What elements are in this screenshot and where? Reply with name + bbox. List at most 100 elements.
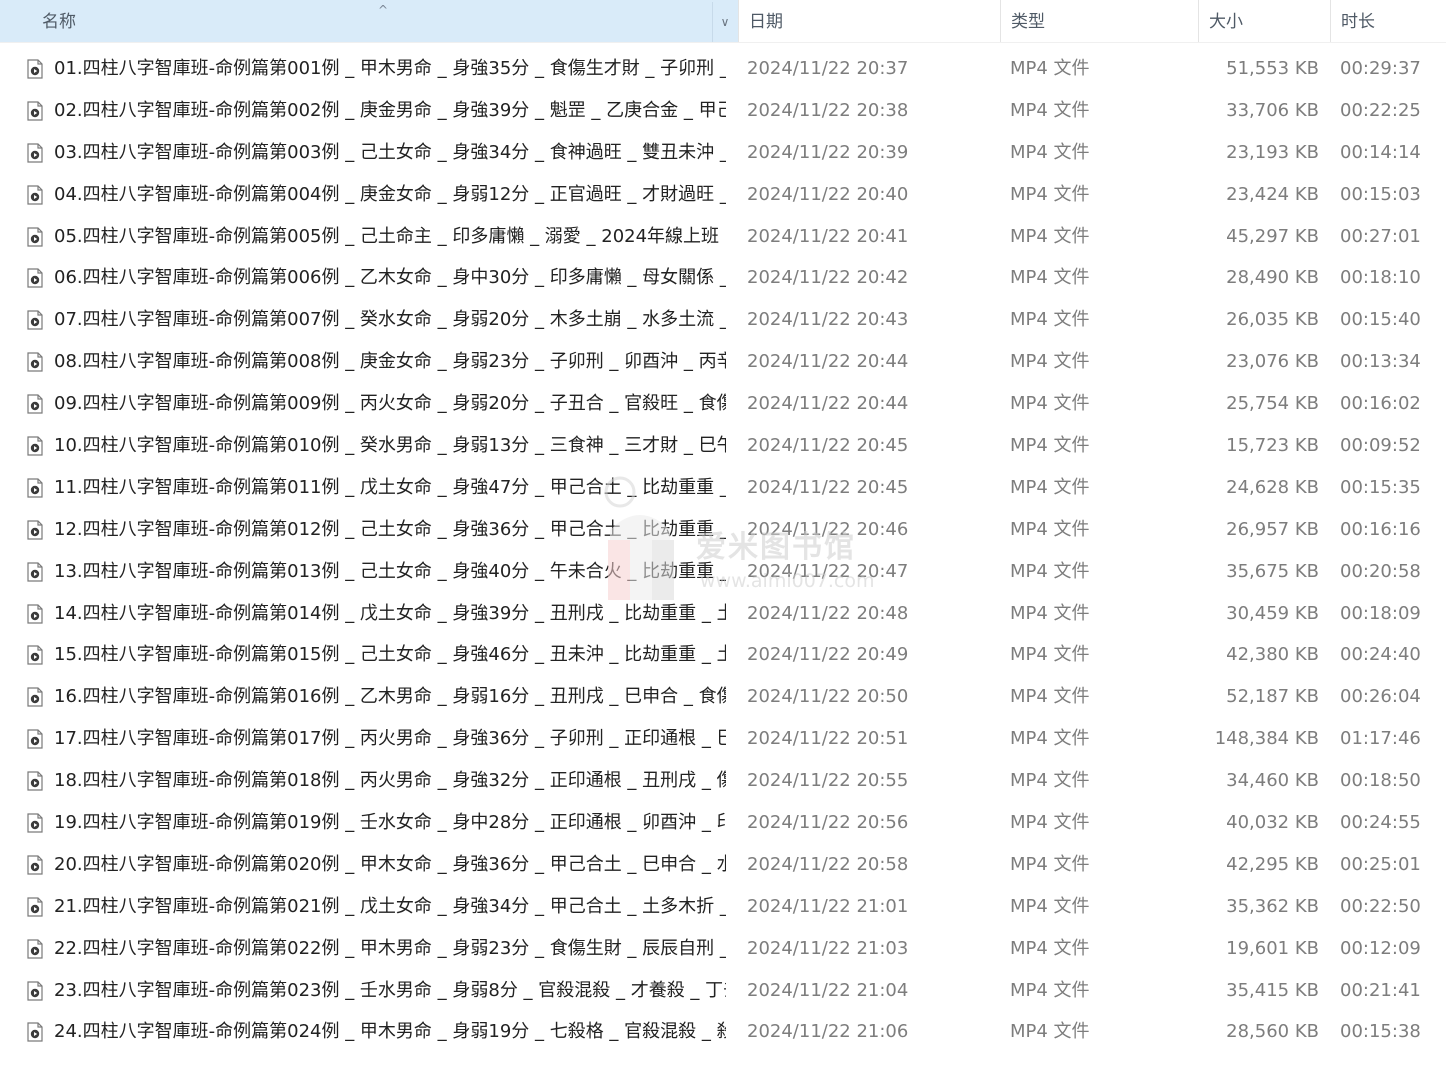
file-date: 2024/11/22 20:48 bbox=[747, 602, 909, 624]
file-type: MP4 文件 bbox=[1010, 728, 1090, 750]
video-file-icon bbox=[27, 1022, 43, 1043]
file-type: MP4 文件 bbox=[1010, 895, 1090, 917]
file-duration: 00:15:40 bbox=[1340, 309, 1421, 331]
file-row[interactable]: 05.四柱八字智庫班-命例篇第005例 _ 己土命主 _ 印多庸懶 _ 溺愛 _… bbox=[0, 216, 1446, 258]
file-date: 2024/11/22 20:47 bbox=[747, 560, 909, 582]
file-row[interactable]: 23.四柱八字智庫班-命例篇第023例 _ 壬水男命 _ 身弱8分 _ 官殺混殺… bbox=[0, 970, 1446, 1012]
video-file-icon bbox=[27, 771, 43, 791]
file-name: 14.四柱八字智庫班-命例篇第014例 _ 戊土女命 _ 身強39分 _ 丑刑戌… bbox=[54, 602, 726, 624]
file-type: MP4 文件 bbox=[1010, 183, 1090, 205]
file-row[interactable]: 14.四柱八字智庫班-命例篇第014例 _ 戊土女命 _ 身強39分 _ 丑刑戌… bbox=[0, 593, 1446, 635]
file-row[interactable]: 08.四柱八字智庫班-命例篇第008例 _ 庚金女命 _ 身弱23分 _ 子卯刑… bbox=[0, 341, 1446, 383]
column-header-name[interactable]: 名称 ^ ∨ bbox=[0, 0, 738, 42]
file-type: MP4 文件 bbox=[1010, 393, 1090, 415]
file-size: 45,297 KB bbox=[1226, 225, 1319, 247]
file-row[interactable]: 21.四柱八字智庫班-命例篇第021例 _ 戊土女命 _ 身強34分 _ 甲己合… bbox=[0, 886, 1446, 928]
file-name: 03.四柱八字智庫班-命例篇第003例 _ 己土女命 _ 身強34分 _ 食神過… bbox=[54, 141, 726, 163]
file-row[interactable]: 01.四柱八字智庫班-命例篇第001例 _ 甲木男命 _ 身強35分 _ 食傷生… bbox=[0, 48, 1446, 90]
file-name: 15.四柱八字智庫班-命例篇第015例 _ 己土女命 _ 身強46分 _ 丑未沖… bbox=[54, 644, 726, 666]
file-size: 33,706 KB bbox=[1226, 99, 1319, 121]
video-file-icon bbox=[27, 101, 43, 121]
file-size: 24,628 KB bbox=[1226, 476, 1319, 498]
video-file-icon bbox=[27, 897, 43, 917]
file-type: MP4 文件 bbox=[1010, 770, 1090, 792]
file-date: 2024/11/22 21:01 bbox=[747, 895, 909, 917]
file-size: 35,415 KB bbox=[1226, 979, 1319, 1001]
file-duration: 00:20:58 bbox=[1340, 560, 1421, 582]
file-row[interactable]: 18.四柱八字智庫班-命例篇第018例 _ 丙火男命 _ 身強32分 _ 正印通… bbox=[0, 760, 1446, 802]
file-size: 30,459 KB bbox=[1226, 602, 1319, 624]
file-duration: 00:25:01 bbox=[1340, 853, 1421, 875]
file-row[interactable]: 03.四柱八字智庫班-命例篇第003例 _ 己土女命 _ 身強34分 _ 食神過… bbox=[0, 132, 1446, 174]
file-type: MP4 文件 bbox=[1010, 560, 1090, 582]
column-header-size[interactable]: 大小 bbox=[1198, 0, 1330, 42]
file-name: 21.四柱八字智庫班-命例篇第021例 _ 戊土女命 _ 身強34分 _ 甲己合… bbox=[54, 895, 726, 917]
sort-ascending-icon: ^ bbox=[378, 3, 389, 17]
video-file-icon bbox=[27, 729, 43, 749]
file-type: MP4 文件 bbox=[1010, 979, 1090, 1001]
file-type: MP4 文件 bbox=[1010, 937, 1090, 959]
column-header-duration-label: 时长 bbox=[1341, 12, 1375, 32]
file-name: 16.四柱八字智庫班-命例篇第016例 _ 乙木男命 _ 身弱16分 _ 丑刑戌… bbox=[54, 686, 726, 708]
file-date: 2024/11/22 20:50 bbox=[747, 686, 909, 708]
file-date: 2024/11/22 20:39 bbox=[747, 141, 909, 163]
file-name: 23.四柱八字智庫班-命例篇第023例 _ 壬水男命 _ 身弱8分 _ 官殺混殺… bbox=[54, 979, 726, 1001]
file-row[interactable]: 06.四柱八字智庫班-命例篇第006例 _ 乙木女命 _ 身中30分 _ 印多庸… bbox=[0, 257, 1446, 299]
file-size: 26,957 KB bbox=[1226, 518, 1319, 540]
column-header-name-label: 名称 bbox=[42, 12, 76, 32]
column-header-size-label: 大小 bbox=[1209, 12, 1243, 32]
file-name: 07.四柱八字智庫班-命例篇第007例 _ 癸水女命 _ 身弱20分 _ 木多土… bbox=[54, 309, 726, 331]
file-name: 06.四柱八字智庫班-命例篇第006例 _ 乙木女命 _ 身中30分 _ 印多庸… bbox=[54, 267, 726, 289]
file-row[interactable]: 10.四柱八字智庫班-命例篇第010例 _ 癸水男命 _ 身弱13分 _ 三食神… bbox=[0, 425, 1446, 467]
video-file-icon bbox=[27, 268, 43, 289]
file-type: MP4 文件 bbox=[1010, 1021, 1090, 1043]
file-type: MP4 文件 bbox=[1010, 644, 1090, 666]
file-row[interactable]: 19.四柱八字智庫班-命例篇第019例 _ 壬水女命 _ 身中28分 _ 正印通… bbox=[0, 802, 1446, 844]
file-duration: 00:16:02 bbox=[1340, 393, 1421, 415]
file-type: MP4 文件 bbox=[1010, 518, 1090, 540]
file-duration: 00:15:03 bbox=[1340, 183, 1421, 205]
file-name: 11.四柱八字智庫班-命例篇第011例 _ 戊土女命 _ 身強47分 _ 甲己合… bbox=[54, 476, 726, 498]
video-file-icon bbox=[27, 185, 43, 205]
file-type: MP4 文件 bbox=[1010, 351, 1090, 373]
column-header-type[interactable]: 类型 bbox=[1000, 0, 1198, 42]
file-size: 23,193 KB bbox=[1226, 141, 1319, 163]
file-row[interactable]: 02.四柱八字智庫班-命例篇第002例 _ 庚金男命 _ 身強39分 _ 魁罡 … bbox=[0, 90, 1446, 132]
file-duration: 00:18:50 bbox=[1340, 770, 1421, 792]
file-date: 2024/11/22 20:58 bbox=[747, 853, 909, 875]
file-date: 2024/11/22 20:41 bbox=[747, 225, 909, 247]
file-row[interactable]: 20.四柱八字智庫班-命例篇第020例 _ 甲木女命 _ 身強36分 _ 甲己合… bbox=[0, 844, 1446, 886]
file-duration: 00:13:34 bbox=[1340, 351, 1421, 373]
video-file-icon bbox=[27, 813, 43, 833]
video-file-icon bbox=[27, 645, 43, 666]
file-row[interactable]: 07.四柱八字智庫班-命例篇第007例 _ 癸水女命 _ 身弱20分 _ 木多土… bbox=[0, 299, 1446, 341]
column-header-duration[interactable]: 时长 bbox=[1330, 0, 1446, 42]
file-row[interactable]: 24.四柱八字智庫班-命例篇第024例 _ 甲木男命 _ 身弱19分 _ 七殺格… bbox=[0, 1011, 1446, 1053]
column-header-date[interactable]: 日期 bbox=[738, 0, 1000, 42]
file-row[interactable]: 09.四柱八字智庫班-命例篇第009例 _ 丙火女命 _ 身弱20分 _ 子丑合… bbox=[0, 383, 1446, 425]
file-size: 26,035 KB bbox=[1226, 309, 1319, 331]
video-file-icon bbox=[27, 520, 43, 540]
file-row[interactable]: 11.四柱八字智庫班-命例篇第011例 _ 戊土女命 _ 身強47分 _ 甲己合… bbox=[0, 467, 1446, 509]
file-duration: 01:17:46 bbox=[1340, 728, 1421, 750]
file-type: MP4 文件 bbox=[1010, 225, 1090, 247]
file-row[interactable]: 16.四柱八字智庫班-命例篇第016例 _ 乙木男命 _ 身弱16分 _ 丑刑戌… bbox=[0, 676, 1446, 718]
file-date: 2024/11/22 20:37 bbox=[747, 58, 909, 79]
file-duration: 00:24:40 bbox=[1340, 644, 1421, 666]
chevron-down-icon[interactable]: ∨ bbox=[712, 2, 737, 42]
file-name: 05.四柱八字智庫班-命例篇第005例 _ 己土命主 _ 印多庸懶 _ 溺愛 _… bbox=[54, 225, 726, 247]
file-row[interactable]: 15.四柱八字智庫班-命例篇第015例 _ 己土女命 _ 身強46分 _ 丑未沖… bbox=[0, 634, 1446, 676]
file-row[interactable]: 22.四柱八字智庫班-命例篇第022例 _ 甲木男命 _ 身弱23分 _ 食傷生… bbox=[0, 928, 1446, 970]
file-name: 18.四柱八字智庫班-命例篇第018例 _ 丙火男命 _ 身強32分 _ 正印通… bbox=[54, 770, 726, 792]
video-file-icon bbox=[27, 352, 43, 372]
file-row[interactable]: 13.四柱八字智庫班-命例篇第013例 _ 己土女命 _ 身強40分 _ 午未合… bbox=[0, 551, 1446, 593]
file-size: 42,295 KB bbox=[1226, 853, 1319, 875]
file-type: MP4 文件 bbox=[1010, 58, 1090, 79]
file-name: 12.四柱八字智庫班-命例篇第012例 _ 己土女命 _ 身強36分 _ 甲己合… bbox=[54, 518, 726, 540]
file-row[interactable]: 17.四柱八字智庫班-命例篇第017例 _ 丙火男命 _ 身強36分 _ 子卯刑… bbox=[0, 718, 1446, 760]
file-name: 13.四柱八字智庫班-命例篇第013例 _ 己土女命 _ 身強40分 _ 午未合… bbox=[54, 560, 726, 582]
file-row[interactable]: 12.四柱八字智庫班-命例篇第012例 _ 己土女命 _ 身強36分 _ 甲己合… bbox=[0, 509, 1446, 551]
file-row[interactable]: 04.四柱八字智庫班-命例篇第004例 _ 庚金女命 _ 身弱12分 _ 正官過… bbox=[0, 174, 1446, 216]
file-date: 2024/11/22 20:42 bbox=[747, 267, 909, 289]
file-date: 2024/11/22 20:38 bbox=[747, 99, 909, 121]
